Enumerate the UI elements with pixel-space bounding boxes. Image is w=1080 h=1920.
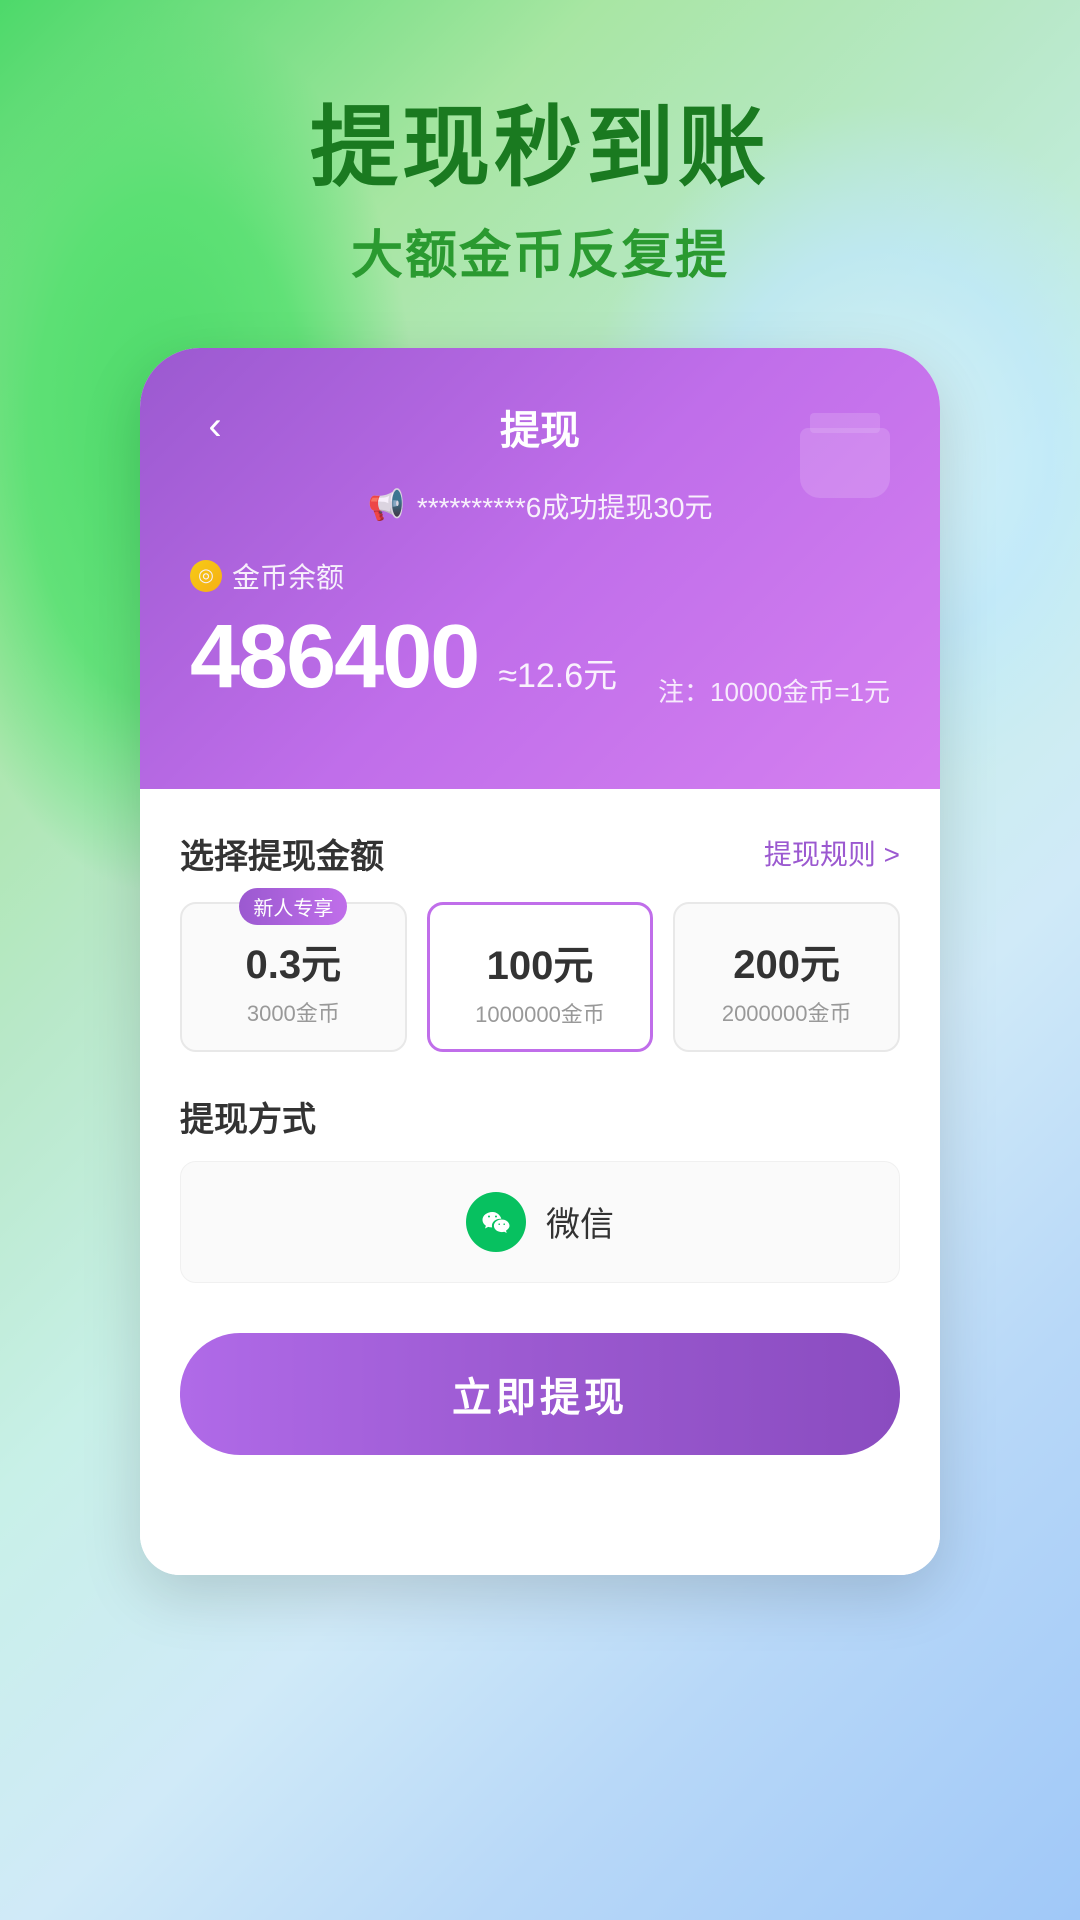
balance-label: ◎ 金币余额 [190, 556, 890, 596]
amount-option-1[interactable]: 新人专享 0.3元 3000金币 [180, 902, 407, 1052]
wechat-icon [466, 1192, 526, 1252]
method-title: 提现方式 [180, 1092, 900, 1141]
rules-link[interactable]: 提现规则 > [764, 833, 900, 873]
new-user-badge: 新人专享 [239, 888, 347, 925]
option-amount-3: 200元 [690, 932, 883, 990]
balance-approx: ≈12.6元 [498, 648, 617, 697]
nav-bar: ‹ 提现 [190, 398, 890, 456]
balance-amount: 486400 [190, 606, 478, 709]
balance-section: ◎ 金币余额 486400 ≈12.6元 注：10000金币=1元 [190, 556, 890, 709]
balance-row: 486400 ≈12.6元 注：10000金币=1元 [190, 606, 890, 709]
card-header: ‹ 提现 📢 **********6成功提现30元 ◎ 金币余额 486400 … [140, 348, 940, 789]
option-amount-1: 0.3元 [197, 932, 390, 990]
wechat-label: 微信 [546, 1197, 614, 1246]
amount-option-2[interactable]: 100元 1000000金币 [427, 902, 654, 1052]
option-coins-2: 1000000金币 [445, 997, 636, 1029]
option-coins-1: 3000金币 [197, 996, 390, 1028]
method-card[interactable]: 微信 [180, 1161, 900, 1283]
bottom-padding [140, 1495, 940, 1575]
amount-option-3[interactable]: 200元 2000000金币 [673, 902, 900, 1052]
amount-section-title: 选择提现金额 [180, 829, 384, 878]
hero-section: 提现秒到账 大额金币反复提 [0, 0, 1080, 288]
main-card: ‹ 提现 📢 **********6成功提现30元 ◎ 金币余额 486400 … [140, 348, 940, 1575]
amount-section-header: 选择提现金额 提现规则 > [180, 829, 900, 878]
withdraw-method-section: 提现方式 微信 [180, 1092, 900, 1283]
amount-section: 选择提现金额 提现规则 > 新人专享 0.3元 3000金币 100元 1000… [180, 829, 900, 1052]
sub-title: 大额金币反复提 [0, 213, 1080, 288]
main-title: 提现秒到账 [0, 100, 1080, 197]
notification-bar: 📢 **********6成功提现30元 [190, 486, 890, 526]
balance-note: 注：10000金币=1元 [658, 672, 890, 709]
notification-text: **********6成功提现30元 [417, 486, 713, 526]
page-title: 提现 [500, 398, 580, 456]
card-body: 选择提现金额 提现规则 > 新人专享 0.3元 3000金币 100元 1000… [140, 789, 940, 1495]
coin-icon: ◎ [190, 560, 222, 592]
submit-button[interactable]: 立即提现 [180, 1333, 900, 1455]
option-amount-2: 100元 [445, 933, 636, 991]
amount-options: 新人专享 0.3元 3000金币 100元 1000000金币 200元 200… [180, 902, 900, 1052]
speaker-icon: 📢 [367, 488, 404, 523]
back-button[interactable]: ‹ [190, 402, 240, 452]
option-coins-3: 2000000金币 [690, 996, 883, 1028]
